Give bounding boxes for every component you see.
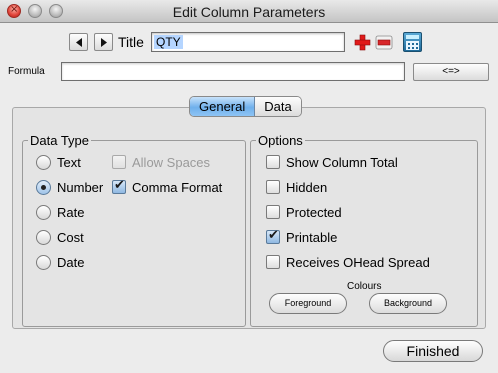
title-bar: × Edit Column Parameters: [0, 0, 498, 23]
radio-number-label: Number: [57, 180, 104, 195]
radio-text-label: Text: [57, 155, 81, 170]
radio-rate[interactable]: [36, 205, 51, 220]
radio-text[interactable]: [36, 155, 51, 170]
calculator-icon: [406, 35, 419, 39]
printable-checkbox[interactable]: [266, 228, 280, 244]
background-button[interactable]: Background: [369, 293, 447, 314]
colours-label: Colours: [347, 281, 382, 292]
tab-bar: General Data: [189, 96, 302, 117]
edit-column-parameters-window: × Edit Column Parameters Title QTY Formu…: [0, 0, 498, 373]
window-title: Edit Column Parameters: [172, 4, 326, 20]
radio-date[interactable]: [36, 255, 51, 270]
hidden-label: Hidden: [286, 180, 328, 195]
allow-spaces-label: Allow Spaces: [132, 155, 211, 170]
protected-checkbox[interactable]: [266, 205, 280, 219]
comma-format-label: Comma Format: [132, 180, 223, 195]
radio-rate-label: Rate: [57, 205, 85, 220]
formula-equals-button[interactable]: <=>: [413, 63, 489, 81]
show-column-total-label: Show Column Total: [286, 155, 398, 170]
calculator-keys: [406, 41, 419, 50]
options-title: Options: [256, 133, 305, 148]
add-column-button[interactable]: [353, 33, 372, 52]
radio-number[interactable]: [36, 180, 51, 195]
tab-data[interactable]: Data: [255, 97, 301, 116]
foreground-button[interactable]: Foreground: [269, 293, 347, 314]
next-column-button[interactable]: [94, 33, 113, 51]
radio-date-label: Date: [57, 255, 85, 270]
previous-column-button[interactable]: [69, 33, 88, 51]
next-arrow-icon: [101, 38, 107, 47]
finished-button[interactable]: Finished: [383, 340, 483, 362]
comma-format-checkbox[interactable]: [112, 178, 126, 194]
calculator-button[interactable]: [403, 32, 422, 52]
remove-column-button[interactable]: [375, 33, 394, 52]
show-column-total-checkbox[interactable]: [266, 155, 280, 169]
allow-spaces-checkbox[interactable]: [112, 155, 126, 169]
title-value: QTY: [154, 35, 183, 49]
hidden-checkbox[interactable]: [266, 180, 280, 194]
data-type-title: Data Type: [28, 133, 92, 148]
radio-cost-label: Cost: [57, 230, 84, 245]
radio-cost[interactable]: [36, 230, 51, 245]
formula-input[interactable]: [61, 62, 405, 81]
receives-ohead-spread-checkbox[interactable]: [266, 255, 280, 269]
prev-arrow-icon: [76, 38, 82, 47]
title-label: Title: [118, 34, 144, 50]
tab-general[interactable]: General: [190, 97, 256, 116]
receives-ohead-spread-label: Receives OHead Spread: [286, 255, 430, 270]
formula-label: Formula: [8, 66, 45, 77]
add-plus-icon: [354, 34, 371, 51]
title-input[interactable]: QTY: [151, 32, 345, 52]
printable-label: Printable: [286, 230, 338, 245]
remove-minus-icon: [375, 35, 393, 50]
protected-label: Protected: [286, 205, 342, 220]
